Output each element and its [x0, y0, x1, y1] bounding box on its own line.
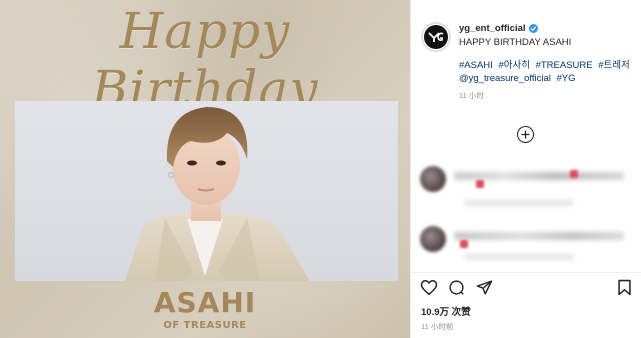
blurred-emoji — [476, 180, 484, 188]
comment-bubble-icon[interactable] — [448, 279, 465, 301]
hashtag-link[interactable]: #트레저 — [598, 60, 630, 71]
blurred-comment-text — [454, 232, 624, 240]
bookmark-icon[interactable] — [617, 279, 632, 301]
hashtag-link[interactable]: #TREASURE — [536, 60, 593, 71]
blurred-emoji — [460, 240, 468, 248]
paper-plane-icon[interactable] — [476, 279, 493, 301]
post-image[interactable]: Happy Birthday ASAHI OF TREASURE — [0, 0, 410, 338]
hashtag-list: #ASAHI #아사히 #TREASURE #트레저 @yg_treasure_… — [459, 59, 639, 85]
account-avatar[interactable] — [421, 22, 451, 52]
portrait-photo — [15, 101, 398, 281]
comment-item — [420, 226, 635, 266]
commenter-avatar — [420, 166, 446, 192]
blurred-comment-meta — [464, 254, 574, 260]
caption-text: HAPPY BIRTHDAY ASAHI — [459, 37, 572, 48]
group-name: OF TREASURE — [163, 320, 247, 331]
blurred-comment-meta — [464, 200, 574, 206]
yg-logo-icon — [424, 25, 448, 49]
member-name: ASAHI — [153, 286, 257, 319]
caption-timestamp: 11 小时 — [459, 91, 484, 100]
actions-divider — [410, 272, 641, 273]
username-link[interactable]: yg_ent_official — [459, 22, 526, 35]
hashtag-link[interactable]: #ASAHI — [459, 60, 493, 71]
plus-circle-icon[interactable] — [517, 126, 534, 143]
post-timestamp: 11 小时前 — [421, 322, 454, 331]
heart-icon[interactable] — [420, 279, 438, 301]
comment-item — [420, 166, 635, 206]
like-count[interactable]: 10.9万 次赞 — [421, 304, 471, 318]
hashtag-link[interactable]: #아사히 — [498, 60, 530, 71]
mention-link[interactable]: @yg_treasure_official — [459, 73, 551, 84]
portrait-illustration — [125, 107, 310, 281]
action-bar — [420, 279, 633, 297]
verified-badge-icon — [528, 24, 538, 33]
hashtag-link[interactable]: #YG — [557, 73, 576, 84]
commenter-avatar — [420, 226, 446, 252]
caption-body: yg_ent_official HAPPY BIRTHDAY ASAHI #AS… — [459, 22, 639, 102]
blurred-emoji — [570, 170, 578, 178]
blurred-comment-text — [454, 172, 624, 180]
